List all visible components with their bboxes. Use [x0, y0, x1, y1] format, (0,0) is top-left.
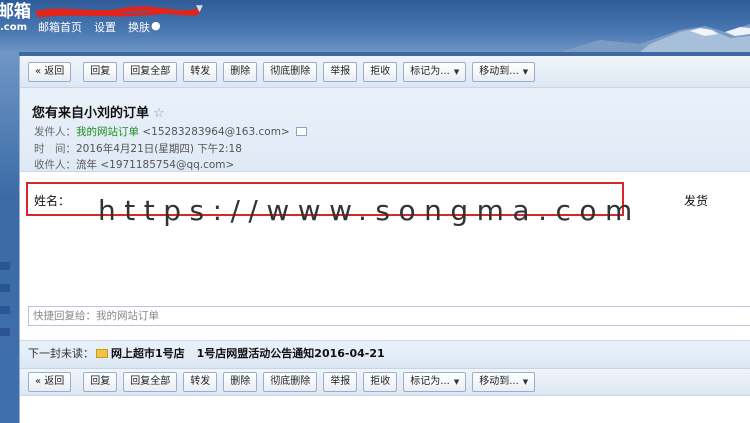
- reject-button[interactable]: 拒收: [363, 61, 398, 82]
- mark-as-dropdown[interactable]: 标记为... ▼: [403, 372, 467, 392]
- top-nav: 邮箱首页 设置 换肤●: [38, 19, 161, 35]
- report-button[interactable]: 举报: [323, 61, 358, 82]
- chevron-down-icon: ▼: [522, 378, 529, 386]
- delete-permanently-button[interactable]: 彻底删除: [263, 61, 318, 82]
- to-row: 收件人：流年 <1971185754@qq.com>: [34, 157, 234, 172]
- to-label: 收件人：: [34, 159, 76, 171]
- mail-header: 您有来自小刘的订单 ☆ 发件人：我的网站订单 <15283283964@163.c…: [20, 88, 750, 172]
- sidebar-marker[interactable]: [0, 306, 10, 314]
- envelope-icon: [96, 349, 108, 358]
- chevron-down-icon: ▼: [453, 67, 460, 76]
- time-row: 时 间：2016年4月21日(星期四) 下午2:18: [34, 141, 242, 156]
- mail-toolbar-top: « 返回 回复 回复全部 转发 删除 彻底删除 举报 拒收 标记为... ▼ 移动…: [20, 56, 750, 88]
- back-button[interactable]: « 返回: [28, 372, 72, 392]
- time-value: 2016年4月21日(星期四) 下午2:18: [76, 143, 242, 155]
- sender-name[interactable]: 我的网站订单: [76, 126, 139, 138]
- move-to-dropdown[interactable]: 移动到... ▼: [472, 61, 536, 82]
- sidebar-marker[interactable]: [0, 284, 10, 292]
- mail-toolbar-bottom: « 返回 回复 回复全部 转发 删除 彻底删除 举报 拒收 标记为... ▼ 移动…: [20, 368, 750, 396]
- mail-read-panel: « 返回 回复 回复全部 转发 删除 彻底删除 举报 拒收 标记为... ▼ 移动…: [19, 56, 750, 423]
- next-unread-subject[interactable]: 1号店网盟活动公告通知2016-04-21: [197, 347, 385, 360]
- from-row: 发件人：我的网站订单 <15283283964@163.com>: [34, 124, 307, 139]
- nav-skin[interactable]: 换肤●: [128, 19, 161, 35]
- sidebar-strip: [0, 52, 19, 423]
- account-dropdown-icon[interactable]: ▼: [196, 4, 203, 14]
- move-to-label: 移动到...: [479, 65, 519, 77]
- sender-email: <15283283964@163.com>: [142, 126, 290, 138]
- next-unread-label: 下一封未读：: [28, 347, 94, 360]
- sidebar-marker[interactable]: [0, 328, 10, 336]
- reply-button[interactable]: 回复: [83, 372, 118, 392]
- top-header: 邮箱 .com ▼ 邮箱首页 设置 换肤●: [0, 0, 750, 52]
- delete-button[interactable]: 删除: [223, 61, 258, 82]
- mail-body: 姓名： https://www.songma.com 发货: [20, 172, 750, 296]
- delete-button[interactable]: 删除: [223, 372, 258, 392]
- move-to-dropdown[interactable]: 移动到... ▼: [472, 372, 536, 392]
- watermark-text: https://www.songma.com: [98, 194, 641, 227]
- body-text-fragment: 发货: [684, 194, 709, 208]
- reply-button[interactable]: 回复: [83, 61, 118, 82]
- star-icon[interactable]: ☆: [153, 106, 165, 121]
- mail-subject: 您有来自小刘的订单 ☆: [32, 102, 165, 121]
- nav-settings[interactable]: 设置: [94, 19, 116, 35]
- logo-text: 邮箱: [0, 2, 31, 22]
- name-label: 姓名：: [34, 194, 71, 208]
- forward-button[interactable]: 转发: [183, 61, 218, 82]
- mark-as-label: 标记为...: [410, 65, 450, 77]
- new-dot-icon: ●: [151, 19, 161, 32]
- quick-reply-input[interactable]: 快捷回复给：我的网站订单: [28, 306, 750, 326]
- from-label: 发件人：: [34, 126, 76, 138]
- move-to-label: 移动到...: [479, 376, 519, 387]
- chevron-down-icon: ▼: [522, 67, 529, 76]
- next-unread-bar: 下一封未读： 网上超市1号店 1号店网盟活动公告通知2016-04-21: [20, 340, 750, 368]
- back-button[interactable]: « 返回: [28, 61, 72, 82]
- sidebar-marker[interactable]: [0, 262, 10, 270]
- contact-card-icon[interactable]: [295, 127, 307, 136]
- mark-as-label: 标记为...: [410, 376, 450, 387]
- recipient-email: <1971185754@qq.com>: [100, 159, 235, 171]
- chevron-down-icon: ▼: [453, 378, 460, 386]
- reply-all-button[interactable]: 回复全部: [123, 61, 178, 82]
- forward-button[interactable]: 转发: [183, 372, 218, 392]
- mark-as-dropdown[interactable]: 标记为... ▼: [403, 61, 467, 82]
- panel-footer-space: [20, 396, 750, 423]
- nav-skin-label: 换肤: [128, 21, 150, 34]
- sidebar-collapsed-items: [0, 262, 12, 350]
- report-button[interactable]: 举报: [323, 372, 358, 392]
- next-unread-sender[interactable]: 网上超市1号店: [111, 347, 185, 360]
- recipient-name[interactable]: 流年: [76, 159, 97, 171]
- delete-permanently-button[interactable]: 彻底删除: [263, 372, 318, 392]
- redaction-scribble: [36, 6, 201, 18]
- account-email-redacted[interactable]: [36, 5, 201, 18]
- logo-domain: .com: [0, 22, 28, 33]
- nav-mail-home[interactable]: 邮箱首页: [38, 19, 82, 35]
- mail-subject-text: 您有来自小刘的订单: [32, 106, 150, 121]
- reply-all-button[interactable]: 回复全部: [123, 372, 178, 392]
- reject-button[interactable]: 拒收: [363, 372, 398, 392]
- time-label: 时 间：: [34, 143, 76, 155]
